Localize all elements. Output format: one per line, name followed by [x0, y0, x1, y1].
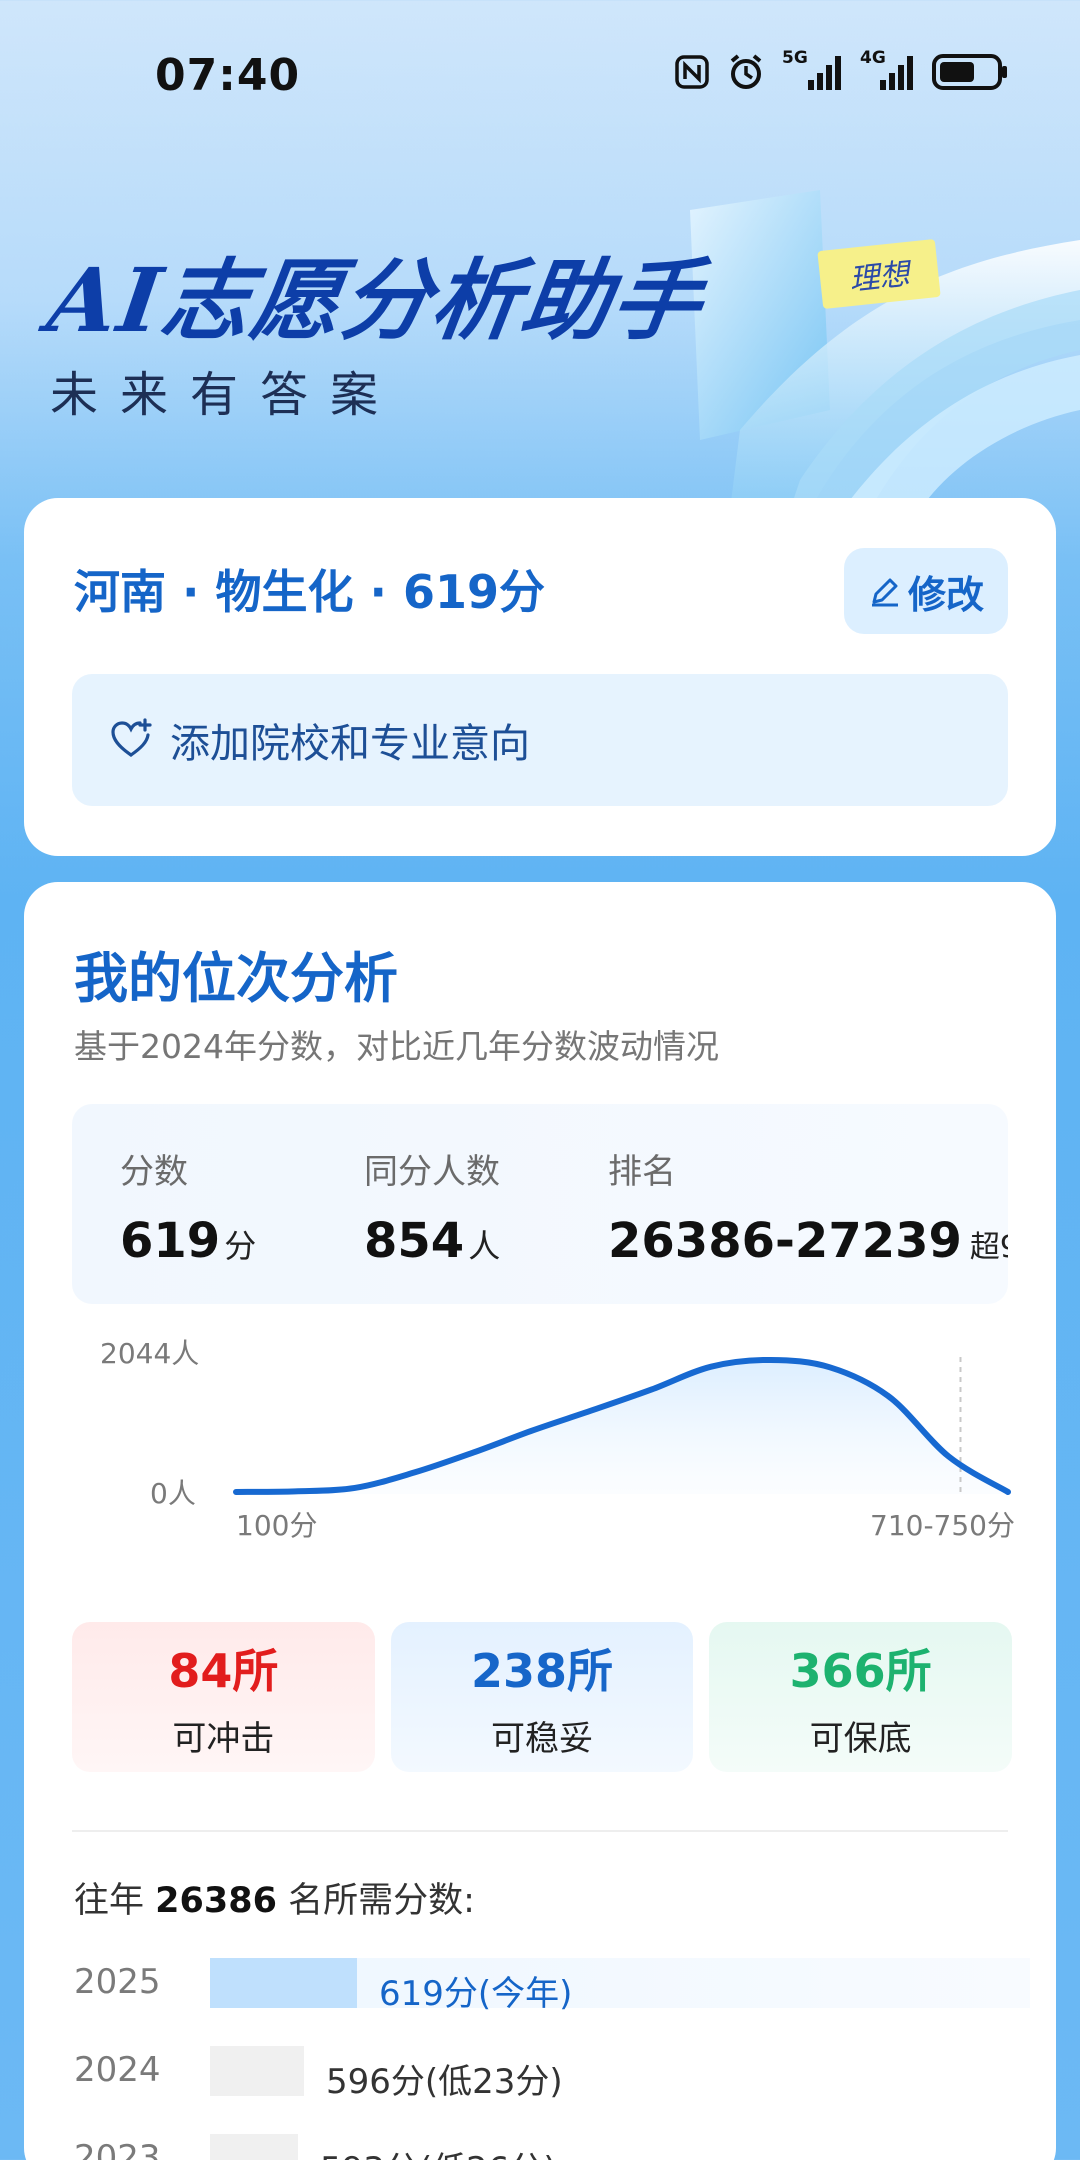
history-heading: 往年 26386 名所需分数:: [74, 1872, 475, 1923]
history-track: 593分(低26分): [210, 2134, 1030, 2160]
stat-value: 619: [120, 1213, 221, 1269]
stat-unit: 人: [468, 1227, 501, 1265]
profile-title: 河南 · 物生化 · 619分: [74, 565, 546, 619]
y-axis-bottom-label: 0人: [150, 1477, 196, 1510]
stat-label: 分数: [120, 1152, 188, 1192]
status-time: 07:40: [155, 50, 301, 101]
stat-value: 26386-27239: [608, 1213, 962, 1269]
category-reach[interactable]: 84所 可冲击: [72, 1622, 375, 1772]
alarm-icon: [730, 54, 762, 89]
status-icons: 5G 4G: [674, 48, 1010, 92]
stat-rank: 排名 26386-27239超95%: [608, 1144, 1008, 1269]
category-count: 84所: [168, 1643, 279, 1698]
heart-plus-icon: [111, 718, 152, 757]
edit-button[interactable]: 修改: [844, 548, 1008, 634]
rank-subtitle: 基于2024年分数，对比近几年分数波动情况: [74, 1027, 719, 1066]
category-count: 238所: [470, 1643, 614, 1698]
history-year: 2025: [74, 1962, 161, 2002]
history-score-text: 596分(低23分): [326, 2062, 563, 2102]
history-heading-rank: 26386: [155, 1881, 277, 1921]
profile-card: 河南 · 物生化 · 619分 修改 添加院校和专业意向: [24, 498, 1056, 856]
rank-analysis-card: 我的位次分析 基于2024年分数，对比近几年分数波动情况 分数 619 分 同分人…: [24, 882, 1056, 2160]
add-intent-button[interactable]: 添加院校和专业意向: [72, 674, 1008, 806]
stats-box: 分数 619分 同分人数 854人 排名 26386-27239超95%: [72, 1104, 1008, 1304]
y-axis-top-label: 2044人: [100, 1337, 200, 1370]
history-row: 2024 596分(低23分): [74, 2040, 1034, 2102]
history-bar: [210, 2046, 304, 2096]
history-score-text: 593分(低26分): [320, 2142, 557, 2160]
stat-label: 同分人数: [364, 1152, 500, 1192]
category-row: 84所 可冲击 238所 可稳妥 366所 可保底: [72, 1622, 1013, 1772]
nfc-icon: [675, 55, 709, 89]
pencil-icon: [871, 578, 898, 607]
history-year: 2024: [74, 2050, 161, 2090]
x-axis-start-label: 100分: [236, 1509, 318, 1542]
hero-subtitle: 未来有答案: [50, 367, 401, 423]
hero-sticker: 理想: [817, 238, 941, 310]
score-distribution-chart: 2044人 0人 100分 710-750分: [48, 1322, 1028, 1582]
divider: [72, 1830, 1008, 1832]
signal-4g-icon: 4G: [860, 48, 916, 92]
signal-5g-icon: 5G: [782, 48, 844, 92]
category-label: 可冲击: [172, 1718, 275, 1759]
status-bar: 07:40 5G 4G: [0, 0, 1080, 150]
history-row: 2025 619分(今年): [74, 1952, 1034, 2014]
category-safety[interactable]: 366所 可保底: [709, 1622, 1013, 1772]
category-count: 366所: [789, 1643, 932, 1698]
history-track: 596分(低23分): [210, 2046, 1030, 2102]
stat-unit: 分: [224, 1227, 257, 1265]
rank-title: 我的位次分析: [74, 947, 398, 1010]
history-bar: [210, 2134, 298, 2160]
distribution-area: [236, 1359, 1008, 1494]
stat-same-score-count: 同分人数 854 人: [364, 1144, 500, 1269]
history-row: 2023 593分(低26分): [74, 2128, 1034, 2160]
history-year: 2023: [74, 2138, 161, 2160]
stat-value: 854: [364, 1213, 465, 1269]
category-match[interactable]: 238所 可稳妥: [390, 1622, 694, 1772]
stat-percentile: 超95%: [969, 1230, 1008, 1265]
add-intent-label: 添加院校和专业意向: [170, 721, 530, 767]
category-label: 可保底: [809, 1718, 912, 1759]
battery-icon: [932, 54, 1007, 90]
category-label: 可稳妥: [491, 1718, 593, 1759]
history-score-text: 619分(今年): [379, 1974, 573, 2014]
history-heading-prefix: 往年: [74, 1881, 145, 1921]
hero-banner: AI志愿分析助手 未来有答案 理想: [0, 150, 1080, 510]
edit-label: 修改: [907, 572, 984, 617]
stat-label: 排名: [608, 1152, 676, 1192]
history-bar: [210, 1958, 357, 2008]
x-axis-end-label: 710-750分: [870, 1509, 1015, 1542]
hero-title: AI志愿分析助手: [41, 248, 710, 352]
history-track: 619分(今年): [210, 1958, 1030, 2014]
history-heading-suffix: 名所需分数:: [288, 1881, 475, 1921]
stat-score: 分数 619 分: [120, 1144, 256, 1269]
